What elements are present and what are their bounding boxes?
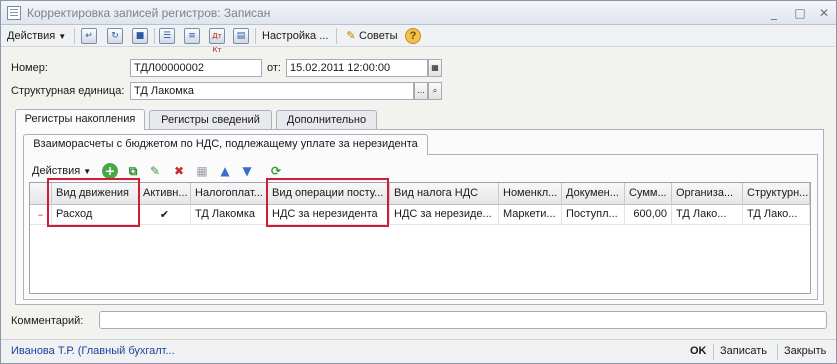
actions-label: Действия [7, 30, 56, 42]
column-header[interactable]: Налогоплат... [191, 183, 268, 205]
grid-actions-menu-button[interactable]: Действия ▼ [32, 162, 91, 180]
date-field[interactable]: 15.02.2011 12:00:00 [286, 59, 428, 77]
grid-actions-label: Действия [32, 165, 81, 177]
close-window-button[interactable]: ✕ [815, 5, 833, 21]
tips-button[interactable]: Советы [359, 27, 397, 45]
report-icon[interactable]: ▤ [233, 28, 249, 44]
ok-button[interactable]: OK [690, 345, 707, 357]
tab-vat-nonresident[interactable]: Взаиморасчеты с бюджетом по НДС, подлежа… [23, 134, 428, 155]
tab-information-registers[interactable]: Регистры сведений [149, 110, 272, 130]
comment-label: Комментарий: [11, 315, 84, 327]
movement-type-cell[interactable]: Расход [52, 205, 139, 225]
move-up-icon[interactable]: ▲ [217, 163, 233, 179]
column-header[interactable]: Номенкл... [499, 183, 562, 205]
maximize-button[interactable]: □ [791, 5, 809, 21]
comment-field[interactable] [99, 311, 827, 329]
edit-icon[interactable]: ✎ [147, 163, 163, 179]
column-header[interactable]: Структурн... [743, 183, 810, 205]
vat-type-cell[interactable]: НДС за нерезиде... [390, 205, 499, 225]
close-button[interactable]: Закрыть [784, 345, 826, 357]
document-cell[interactable]: Поступл... [562, 205, 625, 225]
move-down-icon[interactable]: ▼ [239, 163, 255, 179]
dt-kt-icon[interactable]: Дт Кт [209, 28, 225, 54]
end-edit-icon[interactable]: ▦ [194, 163, 210, 179]
dropdown-arrow-icon: ▼ [83, 167, 92, 176]
save-icon[interactable]: ■ [132, 28, 148, 44]
structural-unit-label: Структурная единица: [11, 85, 125, 97]
add-icon[interactable]: + [102, 163, 118, 179]
expense-movement-icon: – [30, 205, 52, 225]
list-icon[interactable]: ≡ [184, 28, 200, 44]
column-header[interactable]: Вид налога НДС [390, 183, 499, 205]
organization-cell[interactable]: ТД Лако... [672, 205, 743, 225]
taxpayer-cell[interactable]: ТД Лакомка [191, 205, 268, 225]
structural-unit-cell[interactable]: ТД Лако... [743, 205, 810, 225]
tab-additional[interactable]: Дополнительно [276, 110, 377, 130]
column-header[interactable]: Организа... [672, 183, 743, 205]
current-user-link[interactable]: Иванова Т.Р. (Главный бухгалт... [11, 345, 175, 357]
status-separator [777, 344, 778, 360]
nomenclature-cell[interactable]: Маркети... [499, 205, 562, 225]
status-separator [713, 344, 714, 360]
row-marker-header [30, 183, 52, 205]
toolbar-separator [255, 28, 256, 44]
date-label: от: [267, 62, 281, 74]
tips-icon: ✎ [346, 29, 356, 42]
operation-type-cell[interactable]: НДС за нерезидента [268, 205, 390, 225]
dropdown-arrow-icon: ▼ [58, 32, 67, 41]
status-bar: Иванова Т.Р. (Главный бухгалт... OK Запи… [1, 339, 836, 363]
toolbar-separator [336, 28, 337, 44]
register-records-table[interactable]: Вид движения Активн... Налогоплат... Вид… [29, 182, 811, 294]
window-title: Корректировка записей регистров: Записан [27, 6, 271, 20]
calendar-icon[interactable]: ▦ [428, 59, 442, 77]
delete-icon[interactable]: ✖ [171, 163, 187, 179]
number-label: Номер: [11, 62, 48, 74]
number-field[interactable]: ТДЛ00000002 [130, 59, 262, 77]
minimize-button[interactable]: _ [765, 5, 783, 21]
save-button[interactable]: Записать [720, 345, 767, 357]
active-checkbox[interactable]: ✔ [139, 205, 191, 225]
document-icon [7, 6, 21, 20]
column-header[interactable]: Вид движения [52, 183, 139, 205]
table-header: Вид движения Активн... Налогоплат... Вид… [30, 183, 810, 205]
select-ellipsis-button[interactable]: … [414, 82, 428, 100]
refresh-icon[interactable]: ↻ [107, 28, 123, 44]
help-icon[interactable]: ? [405, 28, 421, 44]
title-bar: Корректировка записей регистров: Записан… [1, 1, 836, 25]
structure-icon[interactable]: ☰ [159, 28, 175, 44]
structural-unit-field[interactable]: ТД Лакомка [130, 82, 414, 100]
toolbar-separator [154, 28, 155, 44]
toolbar-separator [74, 28, 75, 44]
register-correction-window: Корректировка записей регистров: Записан… [0, 0, 837, 364]
table-row[interactable]: – Расход ✔ ТД Лакомка НДС за нерезидента… [30, 205, 810, 225]
search-icon[interactable]: ⌕ [428, 82, 442, 100]
column-header[interactable]: Вид операции посту... [268, 183, 390, 205]
column-header[interactable]: Докумен... [562, 183, 625, 205]
settings-button[interactable]: Настройка ... [262, 27, 328, 45]
actions-menu-button[interactable]: Действия ▼ [7, 27, 66, 45]
post-and-close-icon[interactable]: ↵ [81, 28, 97, 44]
amount-cell[interactable]: 600,00 [625, 205, 672, 225]
main-toolbar: Действия ▼ ↵ ↻ ■ ☰ ≡ Дт Кт ▤ Настройка .… [1, 25, 836, 54]
refresh-grid-icon[interactable]: ⟳ [268, 163, 284, 179]
column-header[interactable]: Сумм... [625, 183, 672, 205]
copy-icon[interactable]: ⧉ [125, 163, 141, 179]
column-header[interactable]: Активн... [139, 183, 191, 205]
tab-accumulation-registers[interactable]: Регистры накопления [15, 109, 145, 130]
